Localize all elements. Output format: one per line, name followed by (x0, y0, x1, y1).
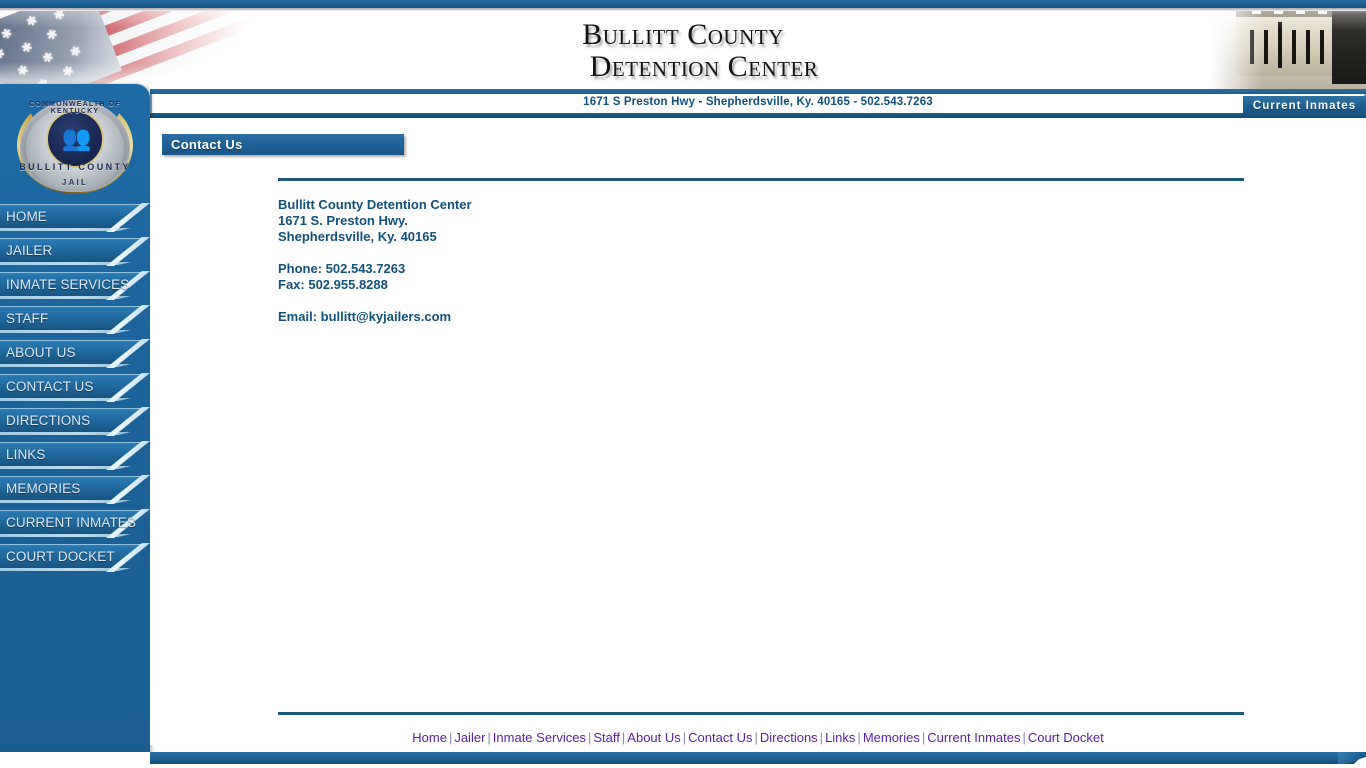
footer-link-staff[interactable]: Staff (593, 730, 620, 745)
footer-link-jailer[interactable]: Jailer (454, 730, 485, 745)
sidebar-item-label: DIRECTIONS (6, 413, 91, 428)
sidebar-item-inmate-services[interactable]: INMATE SERVICES (0, 272, 150, 299)
page-root: ✱ ✱ ✱ ✱ ✱ ✱ ✱ ✱ ✱ ✱ ✱ ✱ ✱ ✱ ✱ ✱ ✱ (0, 0, 1366, 768)
bullitt-county-jail-seal: 👥 COMMONWEALTH OF KENTUCKY BULLITT COUNT… (7, 86, 143, 202)
contact-fax: Fax: 502.955.8288 (278, 277, 388, 292)
contact-phone: Phone: 502.543.7263 (278, 261, 406, 276)
address-strip-text: 1671 S Preston Hwy - Shepherdsville, Ky.… (583, 96, 933, 108)
site-header-banner: ✱ ✱ ✱ ✱ ✱ ✱ ✱ ✱ ✱ ✱ ✱ ✱ ✱ ✱ ✱ ✱ ✱ (0, 11, 1366, 89)
top-accent-stripe (0, 0, 1366, 8)
sidebar-item-home[interactable]: HOME (0, 204, 150, 231)
seal-arc-mid: BULLITT COUNTY (19, 162, 131, 172)
sidebar-nav: HOME JAILER INMATE SERVICES STAFF ABOUT US CO… (0, 204, 150, 578)
sidebar-item-memories[interactable]: MEMORIES (0, 476, 150, 503)
sidebar-foot-spacer (0, 752, 150, 766)
footer-separator: | (857, 730, 861, 745)
sidebar-item-label: MEMORIES (6, 481, 81, 496)
sidebar-item-label: ABOUT US (6, 345, 76, 360)
footer-separator: | (754, 730, 758, 745)
sidebar-item-label: INMATE SERVICES (6, 277, 130, 292)
footer-link-current-inmates[interactable]: Current Inmates (927, 730, 1020, 745)
sidebar: 👥 COMMONWEALTH OF KENTUCKY BULLITT COUNT… (0, 84, 150, 762)
seal-arc-bottom: JAIL (61, 178, 89, 187)
footer-link-bar: Home | Jailer | Inmate Services | Staff | About … (150, 730, 1366, 745)
content-rule-top (278, 178, 1244, 181)
sidebar-item-jailer[interactable]: JAILER (0, 238, 150, 265)
footer-link-directions[interactable]: Directions (760, 730, 818, 745)
footer-separator: | (487, 730, 491, 745)
sidebar-item-contact-us[interactable]: CONTACT US (0, 374, 150, 401)
chevron-right-icon (104, 339, 150, 368)
sidebar-item-links[interactable]: LINKS (0, 442, 150, 469)
contact-city-state-zip: Shepherdsville, Ky. 40165 (278, 229, 437, 244)
chevron-right-icon (104, 203, 150, 232)
seal-center-emblem: 👥 (46, 110, 104, 168)
footer-link-about-us[interactable]: About Us (627, 730, 680, 745)
main-content: Contact Us Bullitt County Detention Cent… (150, 118, 1366, 745)
footer-separator: | (819, 730, 824, 745)
contact-email-label: Email: (278, 309, 321, 324)
page-title: Contact Us (171, 137, 243, 152)
footer-link-inmate-services[interactable]: Inmate Services (493, 730, 586, 745)
footer-link-home[interactable]: Home (412, 730, 447, 745)
seal-two-figures-icon: 👥 (61, 125, 92, 152)
chevron-right-icon (104, 475, 150, 504)
contact-details: Bullitt County Detention Center 1671 S. … (278, 197, 472, 325)
sidebar-item-label: STAFF (6, 311, 49, 326)
sidebar-item-directions[interactable]: DIRECTIONS (0, 408, 150, 435)
sidebar-item-label: JAILER (6, 243, 53, 258)
sidebar-item-staff[interactable]: STAFF (0, 306, 150, 333)
chevron-right-icon (104, 373, 150, 402)
american-flag-image: ✱ ✱ ✱ ✱ ✱ ✱ ✱ ✱ ✱ ✱ ✱ ✱ ✱ ✱ ✱ ✱ ✱ (0, 11, 280, 89)
contact-street: 1671 S. Preston Hwy. (278, 213, 408, 228)
jail-building-photo (1210, 11, 1366, 89)
chevron-right-icon (104, 407, 150, 436)
page-title-banner: Contact Us (162, 134, 404, 155)
contact-email-line: Email: bullitt@kyjailers.com (278, 309, 472, 325)
bottom-accent-bar (150, 752, 1366, 764)
footer-separator: | (1022, 730, 1026, 745)
content-rule-bottom (278, 712, 1244, 715)
footer-link-links[interactable]: Links (825, 730, 855, 745)
sidebar-item-label: LINKS (6, 447, 46, 462)
sidebar-item-label: CONTACT US (6, 379, 94, 394)
chevron-right-icon (104, 441, 150, 470)
sidebar-item-court-docket[interactable]: COURT DOCKET (0, 544, 150, 571)
contact-email-link[interactable]: bullitt@kyjailers.com (321, 309, 451, 324)
address-strip: 1671 S Preston Hwy - Shepherdsville, Ky.… (150, 89, 1366, 118)
sidebar-item-label: CURRENT INMATES (6, 515, 137, 530)
sidebar-item-label: HOME (6, 209, 47, 224)
chevron-right-icon (104, 305, 150, 334)
sidebar-item-label: COURT DOCKET (6, 549, 115, 564)
footer-link-memories[interactable]: Memories (863, 730, 920, 745)
footer-link-contact-us[interactable]: Contact Us (688, 730, 752, 745)
chevron-right-icon (104, 237, 150, 266)
contact-name: Bullitt County Detention Center (278, 197, 472, 212)
sidebar-item-about-us[interactable]: ABOUT US (0, 340, 150, 367)
seal-arc-top: COMMONWEALTH OF KENTUCKY (29, 101, 121, 115)
sidebar-item-current-inmates[interactable]: CURRENT INMATES (0, 510, 150, 537)
footer-link-court-docket[interactable]: Court Docket (1028, 730, 1104, 745)
current-inmates-button[interactable]: Current Inmates (1243, 96, 1366, 115)
